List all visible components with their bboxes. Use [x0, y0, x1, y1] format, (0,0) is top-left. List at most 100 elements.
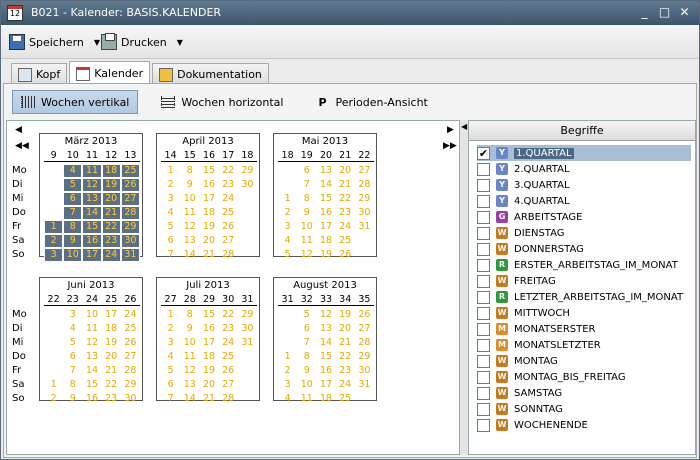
- day-cell[interactable]: 29: [355, 350, 374, 364]
- day-cell[interactable]: 28: [355, 178, 374, 192]
- day-cell[interactable]: 9: [297, 364, 316, 378]
- day-cell[interactable]: 13: [82, 350, 101, 364]
- day-cell[interactable]: 26: [219, 220, 238, 234]
- day-cell[interactable]: 27: [219, 378, 238, 392]
- week-number[interactable]: 18: [278, 150, 297, 161]
- day-cell[interactable]: 21: [102, 364, 121, 378]
- day-cell[interactable]: [44, 308, 63, 322]
- term-checkbox[interactable]: [477, 274, 490, 288]
- day-cell[interactable]: 27: [121, 350, 140, 364]
- day-cell[interactable]: 10: [297, 378, 316, 392]
- day-cell[interactable]: 30: [355, 364, 374, 378]
- day-cell[interactable]: 21: [101, 206, 121, 220]
- day-cell[interactable]: 19: [336, 308, 355, 322]
- day-cell[interactable]: 1: [278, 192, 297, 206]
- day-cell[interactable]: 28: [121, 364, 140, 378]
- day-cell[interactable]: [355, 248, 374, 262]
- day-cell[interactable]: 1: [278, 350, 297, 364]
- day-cell[interactable]: 26: [121, 336, 140, 350]
- day-cell[interactable]: 5: [63, 178, 83, 192]
- day-cell[interactable]: 9: [180, 322, 199, 336]
- day-cell[interactable]: [278, 336, 297, 350]
- week-number[interactable]: 30: [219, 294, 238, 305]
- day-cell[interactable]: 26: [355, 308, 374, 322]
- day-cell[interactable]: 31: [120, 248, 140, 262]
- day-cell[interactable]: 13: [316, 164, 335, 178]
- day-cell[interactable]: 23: [219, 178, 238, 192]
- day-cell[interactable]: 16: [316, 364, 335, 378]
- day-cell[interactable]: 31: [238, 336, 257, 350]
- day-cell[interactable]: 29: [355, 192, 374, 206]
- day-cell[interactable]: 22: [102, 378, 121, 392]
- day-cell[interactable]: 6: [161, 378, 180, 392]
- day-cell[interactable]: 23: [336, 206, 355, 220]
- day-cell[interactable]: 14: [82, 364, 101, 378]
- pane-splitter[interactable]: ◀: [460, 120, 468, 455]
- week-number[interactable]: 24: [82, 294, 101, 305]
- term-checkbox[interactable]: [477, 258, 490, 272]
- day-cell[interactable]: 1: [161, 308, 180, 322]
- term-checkbox[interactable]: [477, 370, 490, 384]
- day-cell[interactable]: 21: [336, 336, 355, 350]
- day-cell[interactable]: [355, 392, 374, 406]
- day-cell[interactable]: 2: [278, 364, 297, 378]
- day-cell[interactable]: 11: [180, 350, 199, 364]
- day-cell[interactable]: 25: [336, 392, 355, 406]
- day-cell[interactable]: 25: [336, 234, 355, 248]
- day-cell[interactable]: 26: [120, 178, 140, 192]
- week-number[interactable]: 12: [102, 150, 121, 161]
- day-cell[interactable]: 16: [82, 392, 101, 406]
- day-cell[interactable]: 31: [355, 378, 374, 392]
- day-cell[interactable]: [355, 234, 374, 248]
- week-number[interactable]: 15: [180, 150, 199, 161]
- term-checkbox[interactable]: [477, 306, 490, 320]
- day-cell[interactable]: 24: [101, 248, 121, 262]
- day-cell[interactable]: 4: [161, 350, 180, 364]
- day-cell[interactable]: 11: [297, 392, 316, 406]
- day-cell[interactable]: 14: [82, 206, 102, 220]
- day-cell[interactable]: 27: [355, 322, 374, 336]
- day-cell[interactable]: 21: [199, 392, 218, 406]
- day-cell[interactable]: 4: [278, 234, 297, 248]
- day-cell[interactable]: 29: [238, 164, 257, 178]
- day-cell[interactable]: 13: [180, 234, 199, 248]
- day-cell[interactable]: 24: [219, 336, 238, 350]
- day-cell[interactable]: [44, 336, 63, 350]
- day-cell[interactable]: 12: [316, 308, 335, 322]
- day-cell[interactable]: 7: [63, 206, 83, 220]
- day-cell[interactable]: 30: [238, 322, 257, 336]
- minimize-button[interactable]: _: [637, 5, 652, 20]
- week-number[interactable]: 9: [44, 150, 63, 161]
- day-cell[interactable]: 29: [121, 378, 140, 392]
- day-cell[interactable]: 19: [199, 220, 218, 234]
- day-cell[interactable]: [238, 220, 257, 234]
- term-row[interactable]: ✔ Y 1.QUARTAL: [477, 145, 691, 161]
- day-cell[interactable]: 1: [161, 164, 180, 178]
- term-row[interactable]: M MONATSERSTER: [477, 321, 691, 337]
- day-cell[interactable]: 28: [219, 248, 238, 262]
- day-cell[interactable]: 17: [102, 308, 121, 322]
- day-cell[interactable]: [278, 164, 297, 178]
- term-checkbox[interactable]: ✔: [477, 146, 490, 160]
- day-cell[interactable]: 23: [101, 234, 121, 248]
- day-cell[interactable]: 2: [161, 322, 180, 336]
- day-cell[interactable]: 11: [82, 322, 101, 336]
- day-cell[interactable]: 6: [297, 164, 316, 178]
- day-cell[interactable]: 29: [238, 308, 257, 322]
- day-cell[interactable]: 17: [316, 378, 335, 392]
- term-row[interactable]: G ARBEITSTAGE: [477, 209, 691, 225]
- term-row[interactable]: W MONTAG: [477, 353, 691, 369]
- day-cell[interactable]: 9: [63, 392, 82, 406]
- day-cell[interactable]: 30: [120, 234, 140, 248]
- week-number[interactable]: 27: [161, 294, 180, 305]
- term-checkbox[interactable]: [477, 178, 490, 192]
- title-bar[interactable]: 12 B021 - Kalender: BASIS.KALENDER _ □ ✕: [1, 1, 699, 25]
- day-cell[interactable]: 7: [297, 178, 316, 192]
- day-cell[interactable]: 8: [297, 192, 316, 206]
- day-cell[interactable]: [278, 322, 297, 336]
- term-row[interactable]: W FREITAG: [477, 273, 691, 289]
- tab-kopf[interactable]: Kopf: [11, 63, 68, 85]
- day-cell[interactable]: 5: [161, 364, 180, 378]
- day-cell[interactable]: 26: [219, 364, 238, 378]
- day-cell[interactable]: 25: [219, 206, 238, 220]
